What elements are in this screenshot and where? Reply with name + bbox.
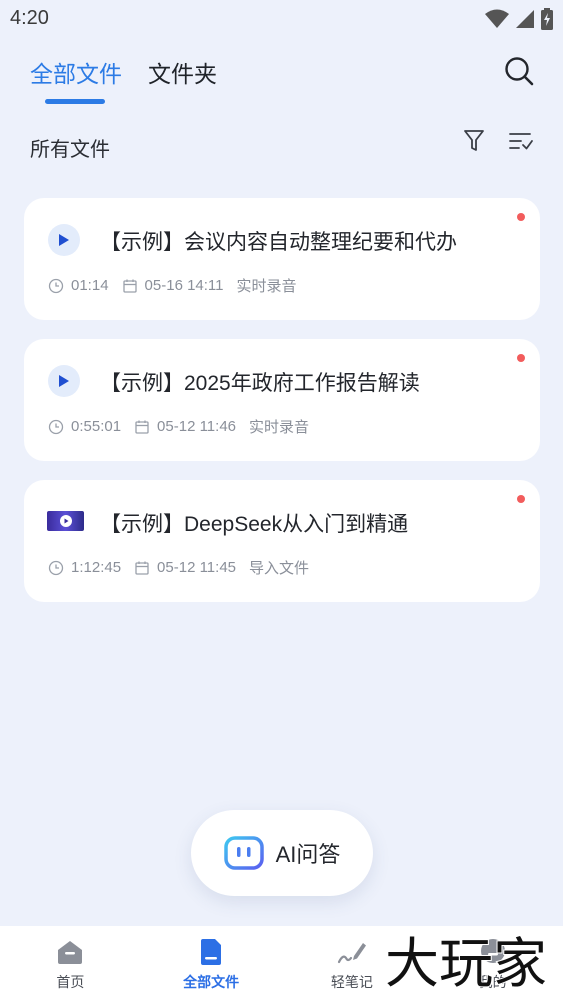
unread-dot	[517, 354, 525, 362]
calendar-icon	[135, 420, 149, 434]
file-date: 05-12 11:45	[157, 559, 237, 576]
file-list: 【示例】会议内容自动整理纪要和代办 01:14 05-16 14:11 实时录音…	[24, 198, 540, 621]
nav-all-files-label: 全部文件	[183, 974, 240, 990]
file-title: 【示例】2025年政府工作报告解读	[100, 372, 420, 395]
file-meta: 0:55:01 05-12 11:46 实时录音	[48, 416, 322, 437]
file-card[interactable]: 【示例】2025年政府工作报告解读 0:55:01 05-12 11:46 实时…	[24, 339, 540, 461]
file-card[interactable]: 【示例】会议内容自动整理纪要和代办 01:14 05-16 14:11 实时录音	[24, 198, 540, 320]
file-meta: 1:12:45 05-12 11:45 导入文件	[48, 557, 322, 578]
file-duration: 01:14	[71, 277, 109, 294]
clock-icon	[48, 278, 64, 293]
document-icon	[201, 939, 222, 965]
ai-qa-button[interactable]: AI问答	[191, 810, 373, 896]
file-date: 05-16 14:11	[144, 277, 224, 294]
unread-dot	[517, 213, 525, 221]
watermark-logo: 大玩家	[385, 931, 548, 992]
calendar-icon	[135, 561, 149, 575]
svg-text:大玩家: 大玩家	[385, 932, 547, 992]
tab-indicator	[45, 99, 105, 104]
wifi-icon	[485, 9, 509, 28]
play-button[interactable]	[48, 365, 80, 397]
clock-icon	[48, 419, 64, 434]
status-icons	[485, 8, 553, 30]
search-icon[interactable]	[503, 55, 535, 87]
section-title: 所有文件	[30, 139, 110, 161]
file-duration: 0:55:01	[71, 418, 122, 435]
tab-folders[interactable]: 文件夹	[148, 55, 217, 89]
ai-bot-icon	[223, 836, 264, 870]
pen-icon	[337, 943, 366, 964]
unread-dot	[517, 495, 525, 503]
nav-all-files[interactable]: 全部文件	[141, 926, 282, 1002]
ai-qa-label: AI问答	[275, 842, 341, 867]
battery-icon	[541, 8, 553, 30]
file-meta: 01:14 05-16 14:11 实时录音	[48, 275, 310, 296]
file-duration: 1:12:45	[71, 559, 122, 576]
sort-list-icon[interactable]	[508, 128, 534, 154]
calendar-icon	[122, 279, 137, 293]
status-time: 4:20	[10, 7, 49, 29]
nav-home-label: 首页	[56, 974, 85, 990]
status-bar: 4:20	[0, 0, 563, 38]
file-title: 【示例】会议内容自动整理纪要和代办	[100, 231, 457, 254]
video-thumbnail[interactable]	[47, 511, 84, 531]
header-tabs: 全部文件 文件夹	[30, 55, 217, 89]
file-source: 实时录音	[249, 419, 310, 436]
file-source: 实时录音	[236, 278, 297, 295]
filter-icon[interactable]	[462, 128, 486, 154]
home-icon	[58, 941, 83, 964]
play-icon	[59, 515, 72, 527]
file-source: 导入文件	[249, 560, 310, 577]
tab-all-files[interactable]: 全部文件	[30, 55, 122, 89]
file-card[interactable]: 【示例】DeepSeek从入门到精通 1:12:45 05-12 11:45 导…	[24, 480, 540, 602]
file-title: 【示例】DeepSeek从入门到精通	[100, 513, 409, 536]
play-button[interactable]	[48, 224, 80, 256]
signal-icon	[516, 10, 534, 28]
nav-home[interactable]: 首页	[0, 926, 141, 1002]
play-icon	[59, 234, 69, 246]
play-icon	[59, 375, 69, 387]
clock-icon	[48, 560, 64, 575]
file-date: 05-12 11:46	[157, 418, 237, 435]
